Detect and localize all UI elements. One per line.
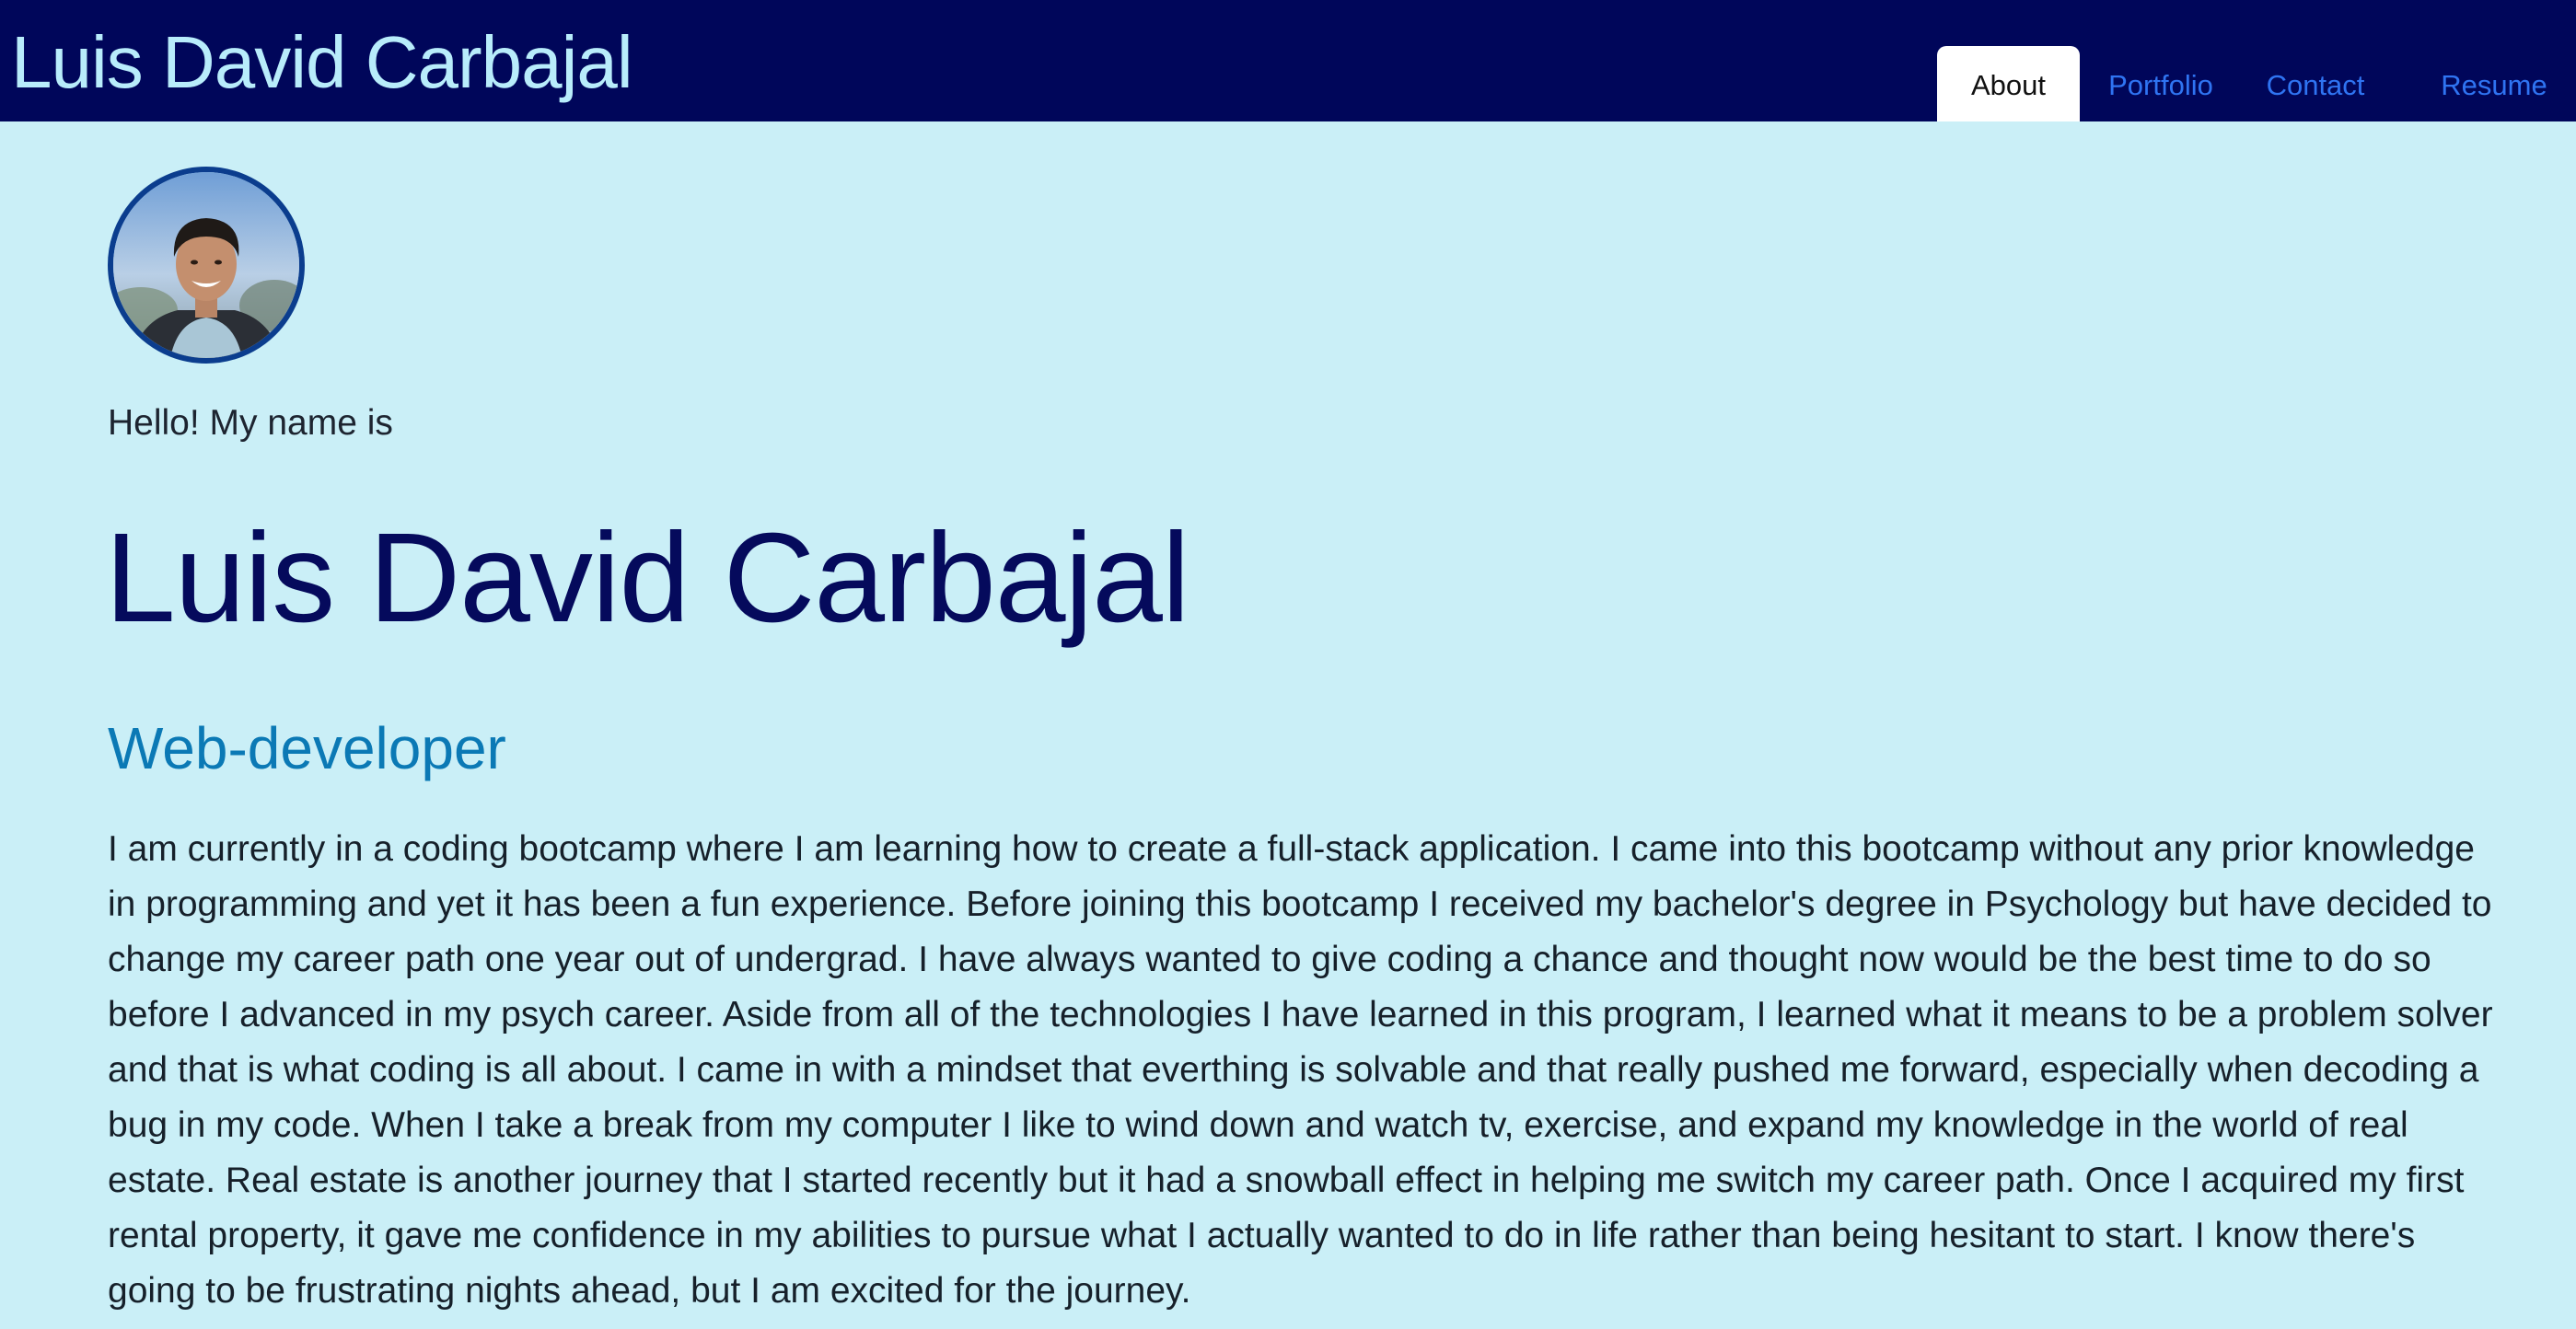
site-brand[interactable]: Luis David Carbajal xyxy=(11,17,633,109)
greeting-text: Hello! My name is xyxy=(108,403,393,443)
main-nav: About Portfolio Contact Resume xyxy=(1937,46,2576,121)
role-subtitle: Web-developer xyxy=(108,715,506,781)
nav-link-contact[interactable]: Contact xyxy=(2246,46,2385,121)
nav-link-portfolio[interactable]: Portfolio xyxy=(2092,46,2230,121)
bio-paragraph: I am currently in a coding bootcamp wher… xyxy=(108,829,2493,1311)
nav-tab-about[interactable]: About xyxy=(1937,46,2080,121)
nav-link-resume[interactable]: Resume xyxy=(2416,46,2572,121)
profile-avatar xyxy=(108,167,305,364)
navbar: Luis David Carbajal About Portfolio Cont… xyxy=(0,0,2576,121)
profile-photo-illustration xyxy=(113,172,299,358)
hero-name-heading: Luis David Carbajal xyxy=(105,507,1190,649)
